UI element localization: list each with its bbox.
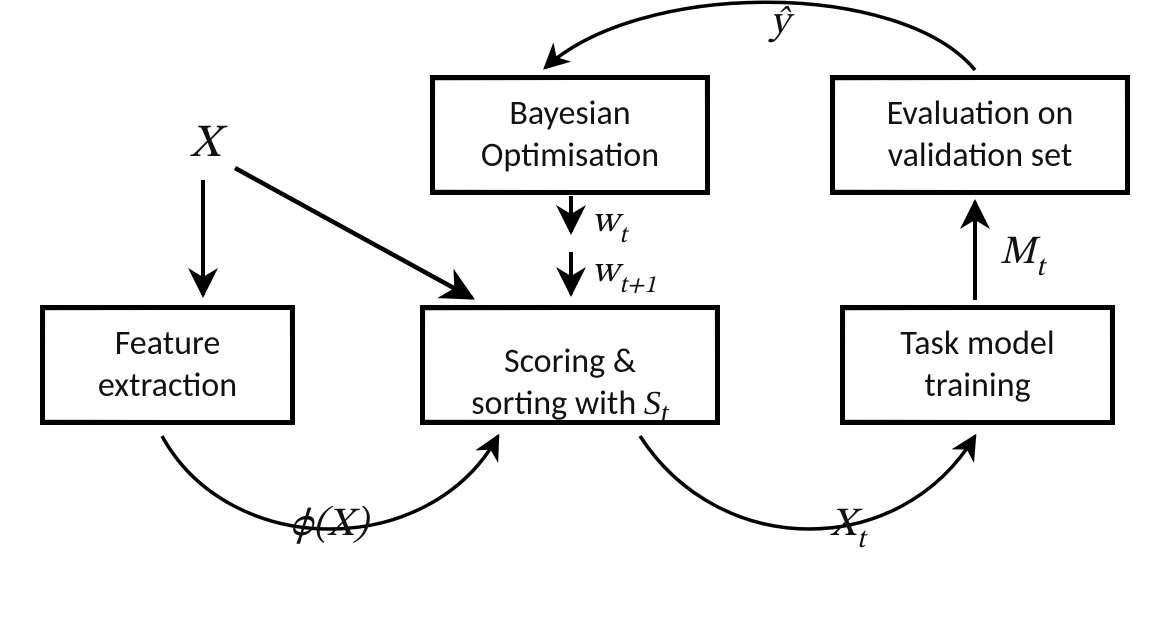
label-wt: wt bbox=[592, 200, 627, 248]
node-feature-extraction-text: Feature extraction bbox=[98, 323, 237, 408]
node-scoring-sorting: Scoring & sorting with St bbox=[420, 305, 720, 425]
diagram-stage: Feature extraction Bayesian Optimisation… bbox=[0, 0, 1174, 619]
node-bayesian-text: Bayesian Optimisation bbox=[481, 93, 659, 178]
label-Mt: Mt bbox=[1000, 228, 1044, 283]
node-feature-extraction: Feature extraction bbox=[40, 305, 295, 425]
arrow-eval-to-bayes bbox=[545, 2, 975, 70]
label-X: X bbox=[190, 115, 221, 173]
arrow-scoring-to-task bbox=[640, 436, 975, 529]
label-Xt: Xt bbox=[830, 500, 865, 555]
node-scoring-text: Scoring & sorting with St bbox=[471, 298, 669, 431]
node-task-text: Task model training bbox=[900, 323, 1054, 408]
label-phiX: ϕ(X) bbox=[290, 500, 368, 550]
node-evaluation: Evaluation on validation set bbox=[830, 75, 1130, 195]
label-wt1: wt+1 bbox=[592, 250, 656, 298]
node-evaluation-text: Evaluation on validation set bbox=[887, 93, 1074, 178]
node-task-training: Task model training bbox=[840, 305, 1115, 425]
label-yhat: ŷ bbox=[770, 0, 789, 48]
node-bayesian-optimisation: Bayesian Optimisation bbox=[430, 75, 710, 195]
